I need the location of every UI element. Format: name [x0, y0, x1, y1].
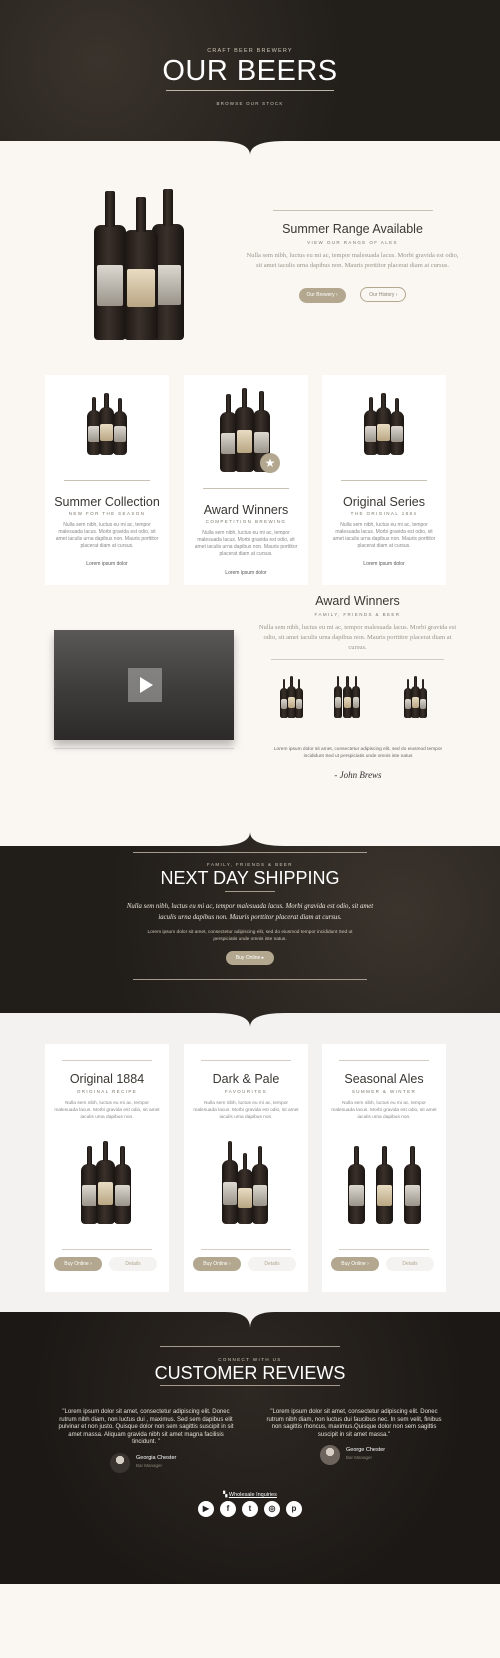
product-kicker: FAVOURITES	[224, 1089, 268, 1094]
reviewer-name: Georgia Chester	[136, 1455, 177, 1461]
product-card-original-1884[interactable]: Original 1884 ORIGINAL RECIPE Nulla sem …	[45, 1044, 169, 1292]
card-title: Summer Collection	[54, 495, 160, 509]
shipping-top-notch	[0, 832, 500, 846]
reviews-title: CUSTOMER REVIEWS	[154, 1363, 346, 1383]
instagram-icon[interactable]: ◎	[264, 1501, 280, 1517]
details-link[interactable]: Details	[386, 1257, 434, 1271]
award-text-block: Award Winners FAMILY, FRIENDS & BEER Nul…	[255, 594, 460, 660]
product-bottles-image	[222, 1140, 272, 1224]
review-card: "Lorem ipsum dolor sit amet, consectetur…	[56, 1409, 236, 1473]
product-text: Nulla sem nibh, luctus eu mi ac, tempor …	[331, 1101, 437, 1120]
summer-divider	[272, 210, 433, 211]
award-kicker: FAMILY, FRIENDS & BEER	[314, 612, 401, 617]
award-section: Award Winners FAMILY, FRIENDS & BEER Nul…	[0, 590, 500, 832]
product-text: Nulla sem nibh, luctus eu mi ac, tempor …	[193, 1101, 299, 1120]
review-card: "Lorem ipsum dolor sit amet, consectetur…	[264, 1409, 444, 1465]
summer-section: Summer Range Available VIEW OUR RANGE OF…	[0, 155, 500, 375]
signature: - John Brews	[334, 770, 382, 780]
details-link[interactable]: Details	[248, 1257, 296, 1271]
product-card-dark-pale[interactable]: Dark & Pale FAVOURITES Nulla sem nibh, l…	[184, 1044, 308, 1292]
pinterest-icon[interactable]: p	[286, 1501, 302, 1517]
review-quote: "Lorem ipsum dolor sit amet, consectetur…	[266, 1409, 442, 1438]
card-title: Award Winners	[203, 503, 289, 517]
award-star-icon: ★	[260, 453, 280, 473]
card-original-series[interactable]: Original Series THE ORIGINAL 1884 Nulla …	[322, 375, 446, 585]
product-title: Original 1884	[69, 1072, 145, 1086]
product-card-seasonal-ales[interactable]: Seasonal Ales SUMMER & WINTER Nulla sem …	[322, 1044, 446, 1292]
card-kicker: THE ORIGINAL 1884	[350, 511, 418, 516]
our-history-button[interactable]: Our History ›	[360, 287, 407, 302]
collections-section: Summer Collection NEW FOR THE SEASON Nul…	[0, 375, 500, 590]
card-text: Nulla sem nibh, luctus eu mi ac, tempor …	[332, 522, 436, 549]
hero-subtitle: BROWSE OUR STOCK	[216, 101, 284, 106]
product-bottles-image	[81, 1140, 133, 1224]
card-link[interactable]: Lorem ipsum dolor	[322, 561, 446, 567]
card-link[interactable]: Lorem ipsum dolor	[45, 561, 169, 567]
hero-divider	[166, 90, 334, 91]
shipping-text: Nulla sem nibh, luctus eu mi ac, tempor …	[126, 903, 374, 921]
details-link[interactable]: Details	[109, 1257, 157, 1271]
card-bottles-image	[87, 392, 127, 455]
hero-bottom-notch	[0, 141, 500, 155]
buy-online-button[interactable]: Buy Online ›	[193, 1257, 241, 1271]
product-kicker: SUMMER & WINTER	[351, 1089, 417, 1094]
reviews-section: CONNECT WITH US CUSTOMER REVIEWS "Lorem …	[0, 1312, 500, 1584]
card-text: Nulla sem nibh, luctus eu mi ac, tempor …	[55, 522, 159, 549]
hero-pretitle: CRAFT BEER BREWERY	[207, 48, 293, 54]
card-kicker: NEW FOR THE SEASON	[68, 511, 146, 516]
card-title: Original Series	[343, 495, 425, 509]
card-divider	[341, 480, 427, 481]
facebook-icon[interactable]: f	[220, 1501, 236, 1517]
summer-kicker: VIEW OUR RANGE OF ALES	[307, 240, 398, 245]
review-quote: "Lorem ipsum dolor sit amet, consectetur…	[58, 1409, 234, 1445]
reviewer-name: George Chester	[346, 1447, 386, 1453]
card-link[interactable]: Lorem ipsum dolor	[184, 570, 308, 576]
mini-bottles-2	[334, 676, 360, 718]
reviews-kicker: CONNECT WITH US	[218, 1357, 282, 1362]
card-divider	[64, 480, 150, 481]
award-small-text: Lorem ipsum dolor sit amet, consectetur …	[273, 747, 443, 759]
shipping-kicker: FAMILY, FRIENDS & BEER	[207, 862, 293, 867]
product-bottles-image	[348, 1144, 422, 1224]
buy-online-button[interactable]: Buy Online ›	[331, 1257, 379, 1271]
buy-online-button[interactable]: Buy Online ›	[54, 1257, 102, 1271]
wholesale-link[interactable]: ▚ Wholesale Inquiries	[0, 1492, 500, 1498]
product-title: Seasonal Ales	[344, 1072, 424, 1086]
avatar	[320, 1445, 340, 1465]
youtube-icon[interactable]: ▶	[198, 1501, 214, 1517]
mini-bottles-1	[280, 676, 304, 718]
shipping-bottom-notch	[0, 1013, 500, 1027]
shipping-title: NEXT DAY SHIPPING	[160, 868, 340, 888]
card-text: Nulla sem nibh, luctus eu mi ac, tempor …	[194, 530, 298, 557]
summer-title: Summer Range Available	[282, 222, 423, 236]
our-brewery-button[interactable]: Our Brewery ›	[298, 288, 346, 303]
product-text: Nulla sem nibh, luctus eu mi ac, tempor …	[54, 1101, 160, 1120]
play-icon[interactable]	[128, 668, 162, 702]
avatar	[110, 1453, 130, 1473]
shipping-small-text: Lorem ipsum dolor sit amet, consectetur …	[147, 930, 353, 942]
card-divider	[203, 488, 289, 489]
video-player[interactable]	[54, 630, 234, 740]
award-text: Nulla sem nibh, luctus eu mi ac, tempor …	[258, 624, 457, 651]
product-kicker: ORIGINAL RECIPE	[76, 1089, 138, 1094]
card-bottles-image	[364, 392, 404, 455]
summer-bottles-image	[94, 175, 184, 340]
hero-title: OUR BEERS	[162, 55, 338, 87]
reviewer-role: Bar Manager	[346, 1455, 373, 1460]
summer-text: Nulla sem nibh, luctus eu mi ac, tempor …	[246, 252, 459, 269]
twitter-icon[interactable]: t	[242, 1501, 258, 1517]
products-section: Original 1884 ORIGINAL RECIPE Nulla sem …	[0, 1027, 500, 1312]
product-title: Dark & Pale	[212, 1072, 280, 1086]
mini-bottles-3	[404, 676, 428, 718]
award-title: Award Winners	[315, 594, 400, 608]
card-award-winners[interactable]: ★ Award Winners COMPETITION BREWING Null…	[184, 375, 308, 585]
hero-section: CRAFT BEER BREWERY OUR BEERS BROWSE OUR …	[0, 0, 500, 155]
card-kicker: COMPETITION BREWING	[205, 519, 287, 524]
reviewer-role: Bar Manager	[136, 1463, 163, 1468]
reviews-top-notch	[0, 1312, 500, 1328]
shipping-buy-button[interactable]: Buy Online ▸	[226, 951, 274, 965]
card-summer-collection[interactable]: Summer Collection NEW FOR THE SEASON Nul…	[45, 375, 169, 585]
summer-text-block: Summer Range Available VIEW OUR RANGE OF…	[245, 210, 460, 303]
shipping-section: FAMILY, FRIENDS & BEER NEXT DAY SHIPPING…	[0, 832, 500, 1027]
